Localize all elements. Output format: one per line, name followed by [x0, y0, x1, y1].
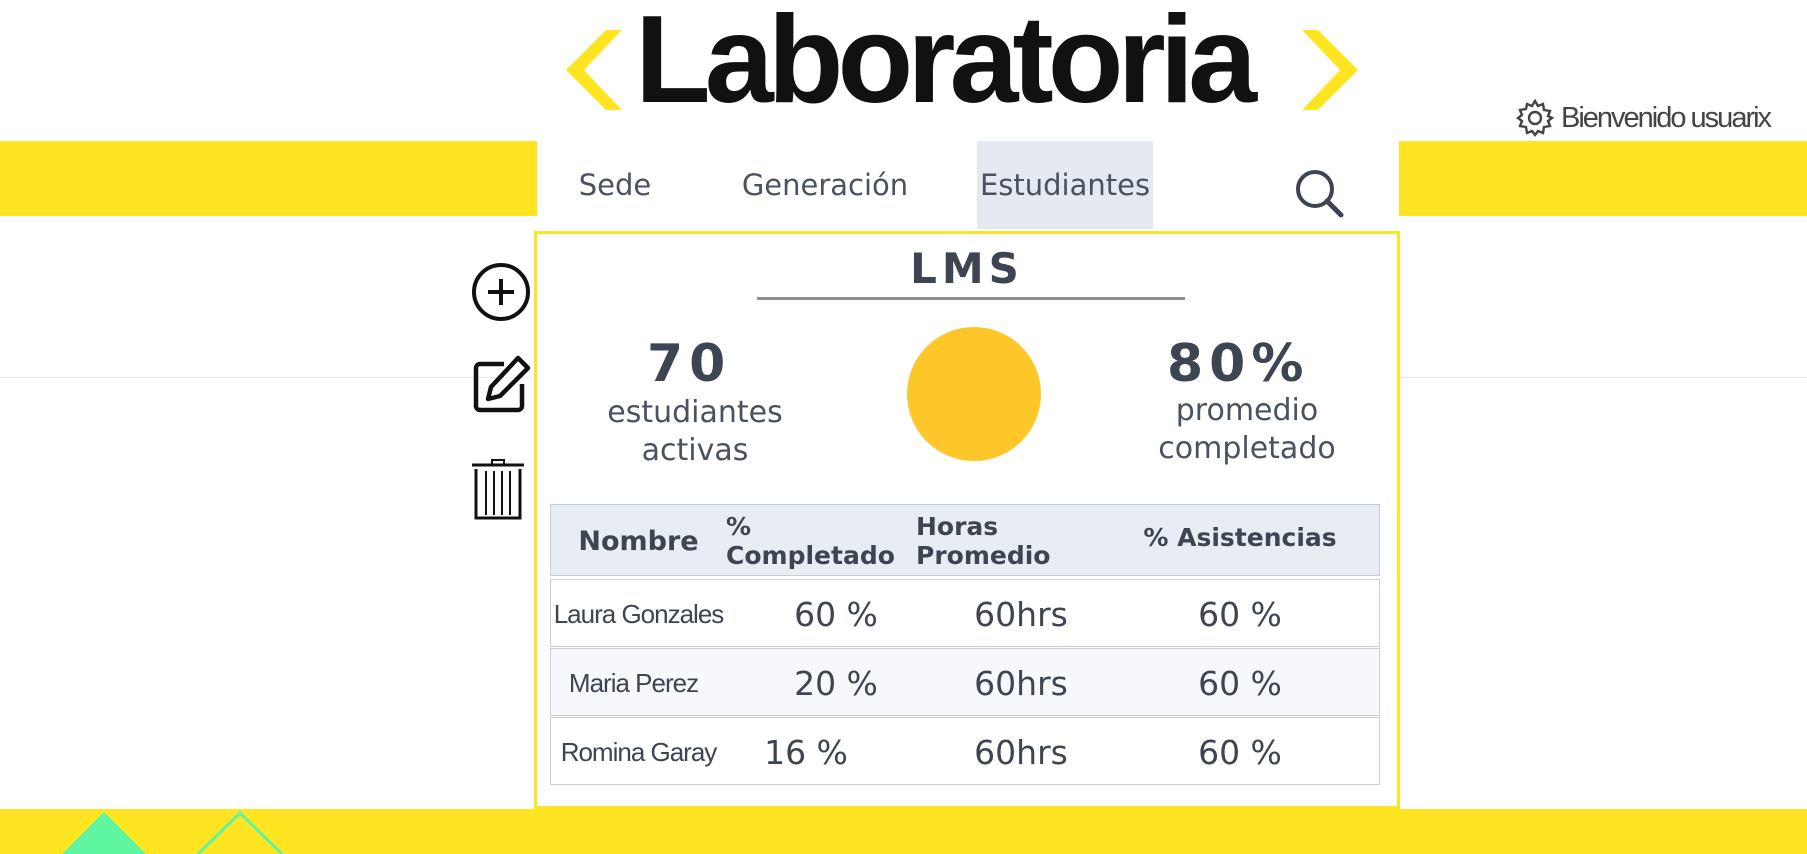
decorative-triangles [62, 810, 284, 854]
table-header: Nombre % Completado Horas Promedio % Asi… [550, 504, 1380, 576]
cell-horas: 60hrs [974, 732, 1068, 772]
gear-icon[interactable] [1515, 98, 1555, 138]
tab-estudiantes[interactable]: Estudiantes [977, 141, 1153, 229]
table-row[interactable]: Romina Garay 16 % 60hrs 60 % [550, 717, 1380, 785]
cell-nombre: Maria Perez [568, 667, 699, 698]
cell-asistencias: 60 % [1198, 732, 1282, 772]
title-underline [757, 297, 1185, 300]
header-horas[interactable]: Horas Promedio [916, 505, 1126, 577]
cell-nombre: Laura Gonzales [553, 598, 725, 629]
main-nav: Sede Generación Estudiantes [537, 141, 1399, 229]
chevron-right-icon [1302, 30, 1358, 110]
average-label-line1: promedio [1175, 393, 1319, 428]
header-asistencias[interactable]: % Asistencias [1131, 501, 1349, 573]
panel-title: LMS [910, 244, 1024, 293]
cell-completado: 60 % [794, 594, 878, 634]
active-count: 70 [647, 334, 732, 394]
tab-generacion[interactable]: Generación [735, 141, 915, 229]
cell-horas: 60hrs [974, 594, 1068, 634]
header-nombre[interactable]: Nombre [551, 505, 726, 577]
chevron-left-icon [566, 30, 622, 110]
footer-band [0, 809, 1807, 854]
table-row[interactable]: Maria Perez 20 % 60hrs 60 % [550, 648, 1380, 716]
header-band-right [1399, 141, 1807, 216]
cell-nombre: Romina Garay [560, 736, 718, 767]
cell-asistencias: 60 % [1198, 663, 1282, 703]
plus-circle-icon[interactable] [470, 261, 532, 323]
cell-completado: 16 % [764, 732, 848, 772]
header-band-left [0, 141, 537, 216]
header-completado[interactable]: % Completado [726, 505, 916, 577]
progress-donut [907, 327, 1041, 461]
edit-icon[interactable] [470, 354, 532, 416]
trash-icon[interactable] [468, 459, 530, 521]
average-label-line2: completado [1158, 431, 1336, 466]
user-greeting[interactable]: Bienvenido usuarix [1515, 98, 1772, 138]
cell-completado: 20 % [794, 663, 878, 703]
logo-text: Laboratoria [635, 0, 1257, 129]
cell-asistencias: 60 % [1198, 594, 1282, 634]
tab-sede[interactable]: Sede [545, 141, 685, 229]
active-label: estudiantes activas [607, 395, 783, 468]
table-row[interactable]: Laura Gonzales 60 % 60hrs 60 % [550, 579, 1380, 647]
logo: Laboratoria [560, 0, 1360, 130]
cell-horas: 60hrs [974, 663, 1068, 703]
search-icon[interactable] [1291, 165, 1347, 221]
lms-panel: LMS 70 estudiantes activas 80% promedio … [534, 231, 1400, 809]
average-value: 80% [1167, 334, 1310, 394]
user-greeting-label: Bienvenido usuarix [1561, 101, 1772, 134]
